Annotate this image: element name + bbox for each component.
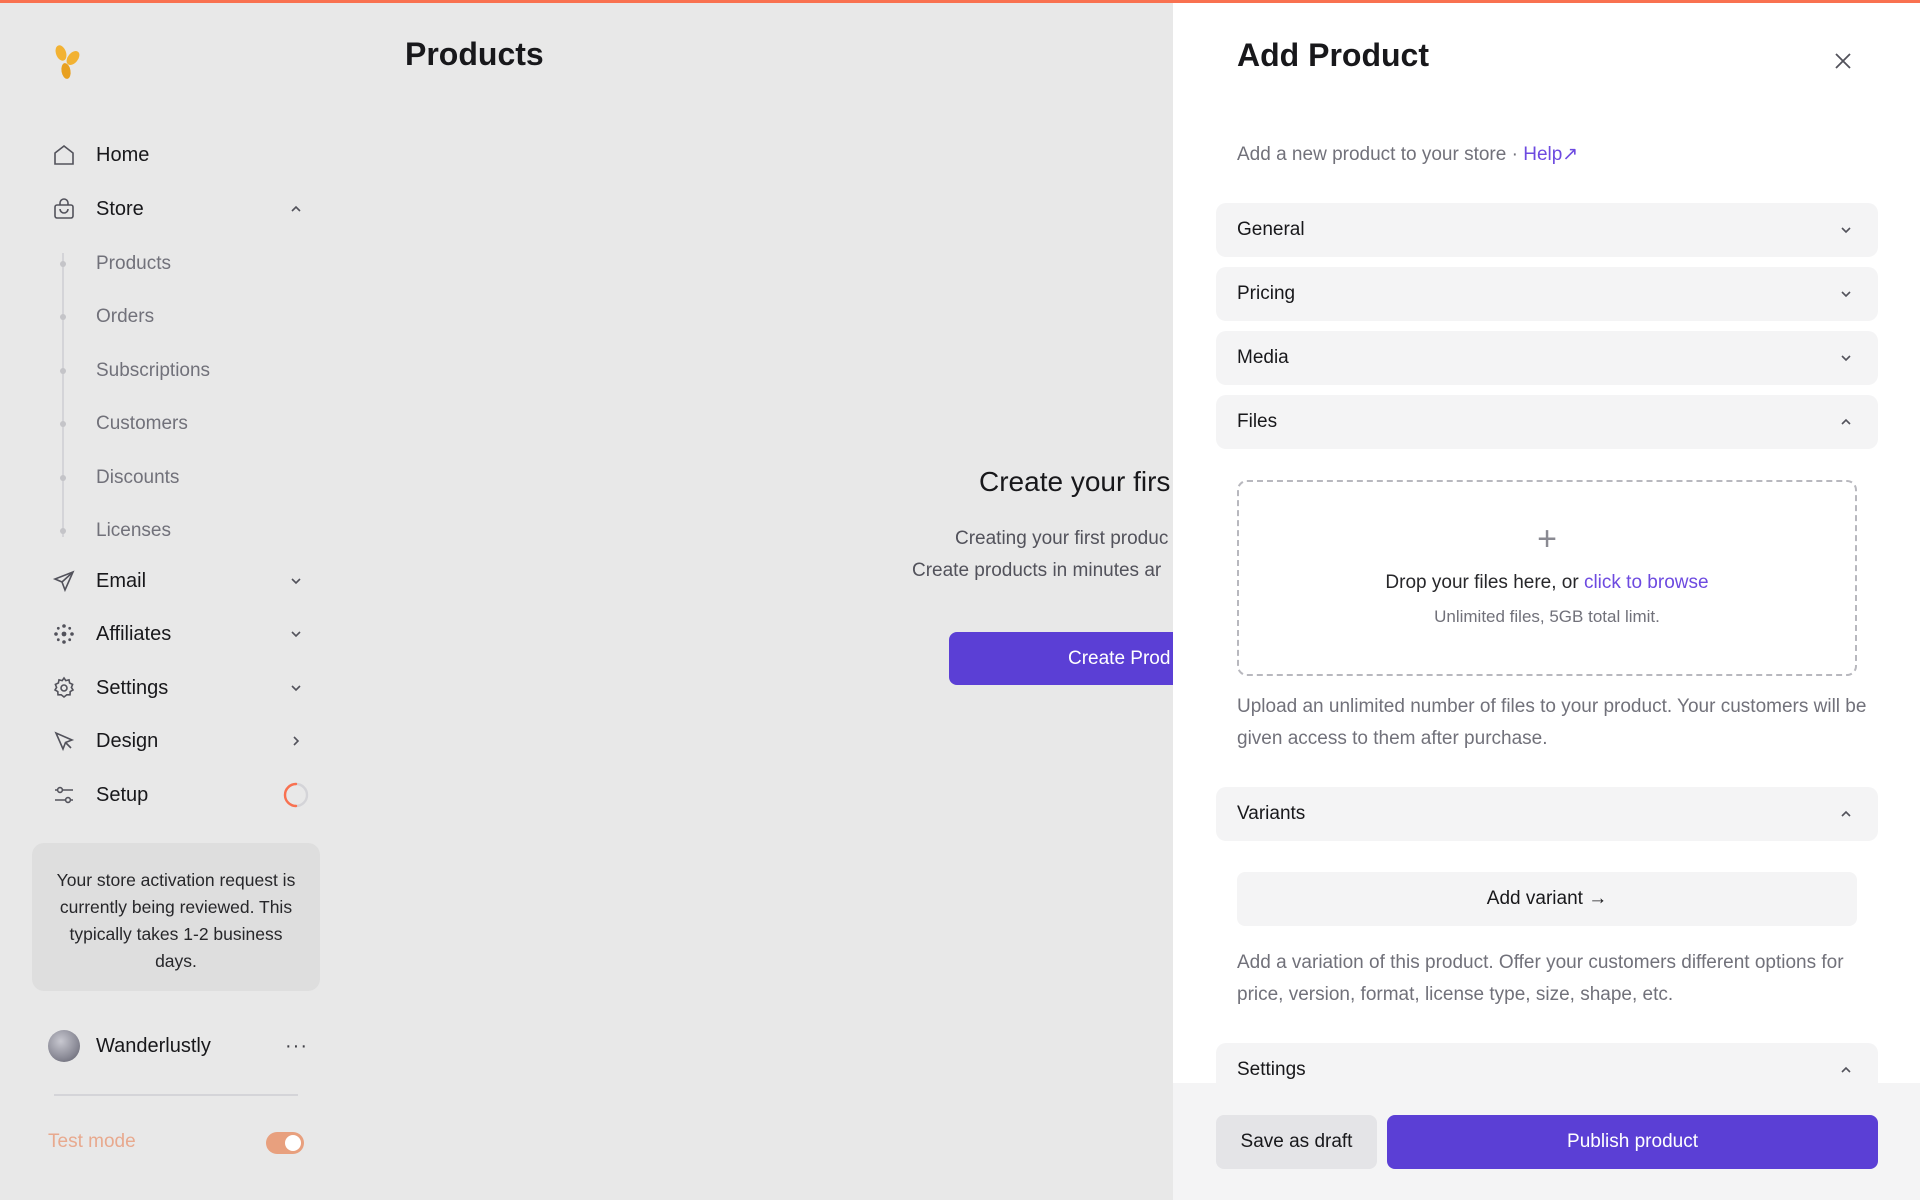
subnav-dot: [60, 314, 66, 320]
affiliates-icon: [48, 618, 80, 650]
chevron-up-icon[interactable]: [284, 197, 308, 221]
empty-state-text: Creating your first produc: [955, 528, 1169, 549]
panel-title: Add Product: [1237, 37, 1429, 73]
subnav-dot: [60, 421, 66, 427]
sidebar-item-label: Affiliates: [96, 622, 172, 645]
section-label: Pricing: [1237, 283, 1296, 304]
chevron-down-icon: [1834, 346, 1858, 370]
variants-description: Add a variation of this product. Offer y…: [1237, 952, 1844, 1005]
add-product-panel: Add Product Add a new product to your st…: [1173, 3, 1920, 1200]
sidebar-item-label: Design: [96, 729, 159, 752]
sidebar-item-label: Email: [96, 569, 147, 592]
cursor-icon: [48, 725, 80, 757]
sliders-icon: [48, 779, 80, 811]
send-icon: [48, 565, 80, 597]
section-label: Files: [1237, 411, 1278, 432]
toggle-knob: [285, 1135, 301, 1151]
panel-subtitle: Add a new product to your store · Help↗: [1237, 143, 1578, 166]
help-link[interactable]: Help↗: [1523, 144, 1578, 165]
sidebar-item-store[interactable]: Store: [48, 189, 308, 229]
sidebar-subitem-customers[interactable]: Customers: [96, 409, 188, 439]
sidebar-item-setup[interactable]: Setup: [48, 775, 311, 815]
panel-footer: Save as draft Publish product: [1173, 1083, 1920, 1200]
section-label: Variants: [1237, 803, 1306, 824]
chevron-right-icon[interactable]: [284, 729, 308, 753]
save-draft-button[interactable]: Save as draft: [1216, 1115, 1377, 1169]
home-icon: [48, 139, 80, 171]
more-options-icon[interactable]: ···: [285, 1035, 308, 1058]
create-product-button[interactable]: Create Prod: [949, 632, 1209, 685]
subnav-dot: [60, 368, 66, 374]
subnav-dot: [60, 528, 66, 534]
sidebar-item-email[interactable]: Email: [48, 561, 308, 601]
sidebar-item-home[interactable]: Home: [48, 135, 308, 175]
sidebar-item-label: Home: [96, 143, 150, 166]
sidebar-subitem-products[interactable]: Products: [96, 249, 171, 279]
store-subnav-line: [62, 253, 64, 537]
empty-state-text: Create products in minutes ar: [912, 560, 1162, 581]
section-label: Media: [1237, 347, 1289, 368]
sidebar-item-label: Setup: [96, 783, 149, 806]
chevron-up-icon: [1834, 1058, 1858, 1082]
chevron-down-icon[interactable]: [284, 676, 308, 700]
sidebar-item-label: Store: [96, 197, 144, 220]
sidebar: Home Store Products Orders Subscriptions…: [0, 3, 340, 1200]
sidebar-subitem-orders[interactable]: Orders: [96, 302, 154, 332]
user-name: Wanderlustly: [96, 1034, 211, 1057]
sidebar-item-design[interactable]: Design: [48, 721, 308, 761]
page-title: Products: [405, 36, 544, 72]
section-general[interactable]: General: [1216, 203, 1878, 257]
section-files[interactable]: Files: [1216, 395, 1878, 449]
section-pricing[interactable]: Pricing: [1216, 267, 1878, 321]
close-icon[interactable]: [1827, 45, 1859, 77]
files-description: Upload an unlimited number of files to y…: [1237, 696, 1867, 749]
shopping-bag-icon: [48, 193, 80, 225]
dropzone-limit: Unlimited files, 5GB total limit.: [1434, 607, 1660, 626]
chevron-down-icon[interactable]: [284, 622, 308, 646]
test-mode-label: Test mode: [48, 1131, 136, 1152]
brand-logo-icon[interactable]: [48, 41, 88, 83]
plus-icon: +: [1537, 520, 1557, 558]
empty-state-title: Create your firs: [979, 466, 1171, 497]
setup-progress-ring-icon: [281, 780, 311, 810]
panel-subtitle-text: Add a new product to your store ·: [1237, 144, 1524, 165]
chevron-up-icon: [1834, 410, 1858, 434]
dropzone-text-main: Drop your files here, or: [1385, 572, 1584, 593]
browse-files-link[interactable]: click to browse: [1584, 572, 1709, 593]
top-accent-bar: [0, 0, 1920, 3]
chevron-down-icon[interactable]: [284, 569, 308, 593]
subnav-dot: [60, 261, 66, 267]
sidebar-divider: [54, 1094, 298, 1096]
publish-product-button[interactable]: Publish product: [1387, 1115, 1878, 1169]
store-activation-notice: Your store activation request is current…: [32, 843, 320, 991]
section-variants[interactable]: Variants: [1216, 787, 1878, 841]
sidebar-item-settings[interactable]: Settings: [48, 668, 308, 708]
dropzone-text: Drop your files here, or click to browse: [1239, 572, 1855, 594]
chevron-down-icon: [1834, 282, 1858, 306]
sidebar-subitem-discounts[interactable]: Discounts: [96, 463, 179, 493]
sidebar-subitem-licenses[interactable]: Licenses: [96, 516, 171, 546]
avatar[interactable]: [48, 1030, 80, 1062]
sidebar-item-affiliates[interactable]: Affiliates: [48, 614, 308, 654]
gear-icon: [48, 672, 80, 704]
sidebar-item-label: Settings: [96, 676, 169, 699]
section-label: Settings: [1237, 1059, 1306, 1080]
chevron-down-icon: [1834, 218, 1858, 242]
section-label: General: [1237, 219, 1305, 240]
section-media[interactable]: Media: [1216, 331, 1878, 385]
sidebar-subitem-subscriptions[interactable]: Subscriptions: [96, 356, 210, 386]
add-variant-button[interactable]: Add variant →: [1237, 872, 1857, 926]
chevron-up-icon: [1834, 802, 1858, 826]
file-dropzone[interactable]: + Drop your files here, or click to brow…: [1237, 480, 1857, 676]
test-mode-toggle[interactable]: [266, 1132, 304, 1154]
user-profile[interactable]: Wanderlustly ···: [48, 1029, 308, 1063]
subnav-dot: [60, 475, 66, 481]
